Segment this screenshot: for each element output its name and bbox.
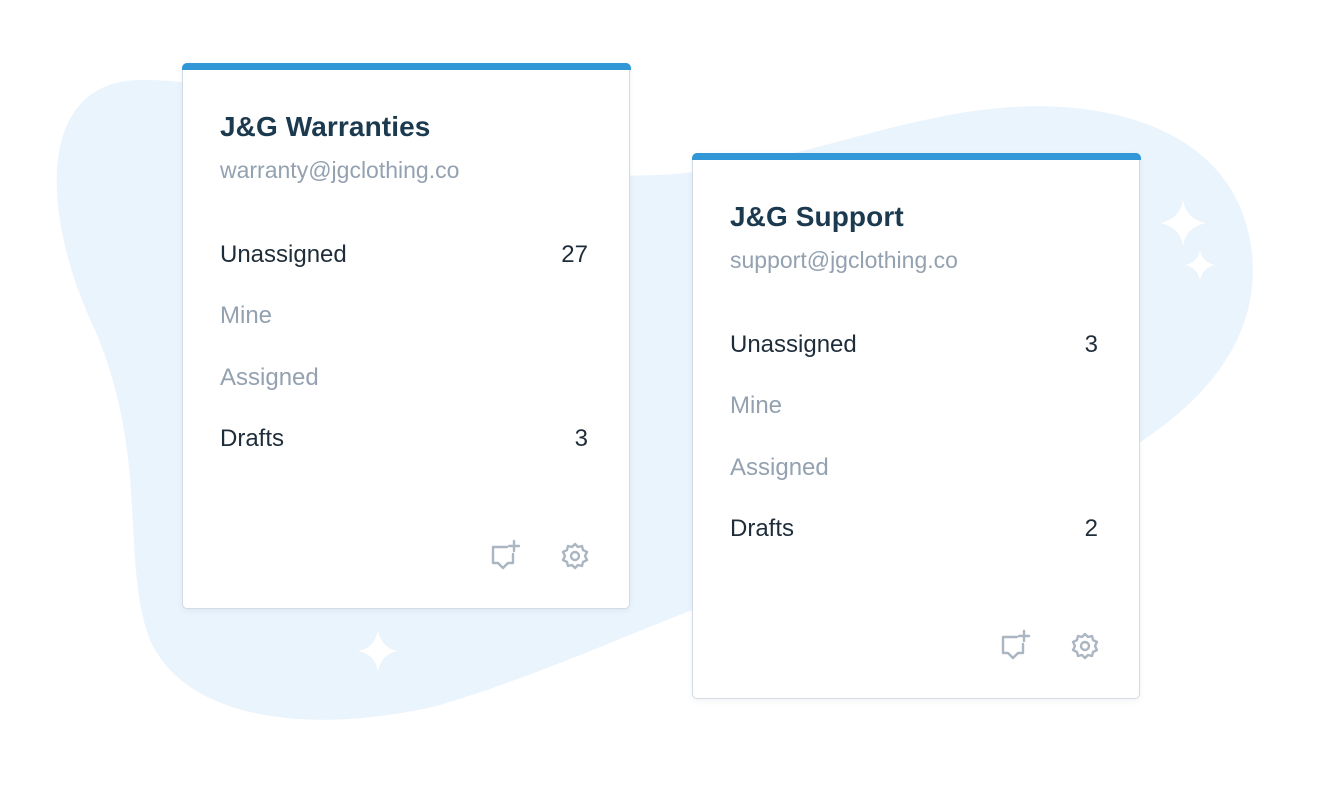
folder-drafts[interactable]: Drafts 3: [220, 421, 588, 457]
folder-label: Mine: [730, 392, 783, 419]
folder-label: Assigned: [730, 454, 829, 481]
inbox-card-warranties: J&G Warranties warranty@jgclothing.co Un…: [181, 63, 631, 609]
new-conversation-icon[interactable]: [488, 539, 522, 573]
folder-label: Unassigned: [220, 241, 347, 268]
inbox-title: J&G Warranties: [220, 111, 431, 142]
folder-label: Drafts: [220, 425, 285, 452]
inbox-email: warranty@jgclothing.co: [220, 157, 460, 183]
folder-drafts[interactable]: Drafts 2: [730, 511, 1098, 547]
inbox-card-support: J&G Support support@jgclothing.co Unassi…: [691, 153, 1141, 699]
inbox-title: J&G Support: [730, 201, 904, 232]
folder-label: Mine: [220, 302, 273, 329]
folder-count: 3: [1084, 331, 1098, 358]
card-accent-bar: [691, 153, 1141, 160]
folder-label: Drafts: [730, 515, 795, 542]
new-conversation-icon[interactable]: [998, 629, 1032, 663]
folder-count: 27: [561, 241, 588, 268]
folder-mine[interactable]: Mine: [220, 298, 588, 334]
folder-assigned[interactable]: Assigned: [730, 450, 1098, 486]
inbox-email: support@jgclothing.co: [730, 247, 958, 273]
folder-unassigned[interactable]: Unassigned 3: [730, 327, 1098, 363]
gear-icon[interactable]: [558, 540, 592, 574]
folder-assigned[interactable]: Assigned: [220, 360, 588, 396]
gear-icon[interactable]: [1068, 630, 1102, 664]
folder-mine[interactable]: Mine: [730, 388, 1098, 424]
card-accent-bar: [181, 63, 631, 70]
folder-count: 3: [574, 425, 588, 452]
folder-label: Unassigned: [730, 331, 857, 358]
folder-count: 2: [1084, 515, 1098, 542]
folder-unassigned[interactable]: Unassigned 27: [220, 237, 588, 273]
folder-label: Assigned: [220, 364, 319, 391]
